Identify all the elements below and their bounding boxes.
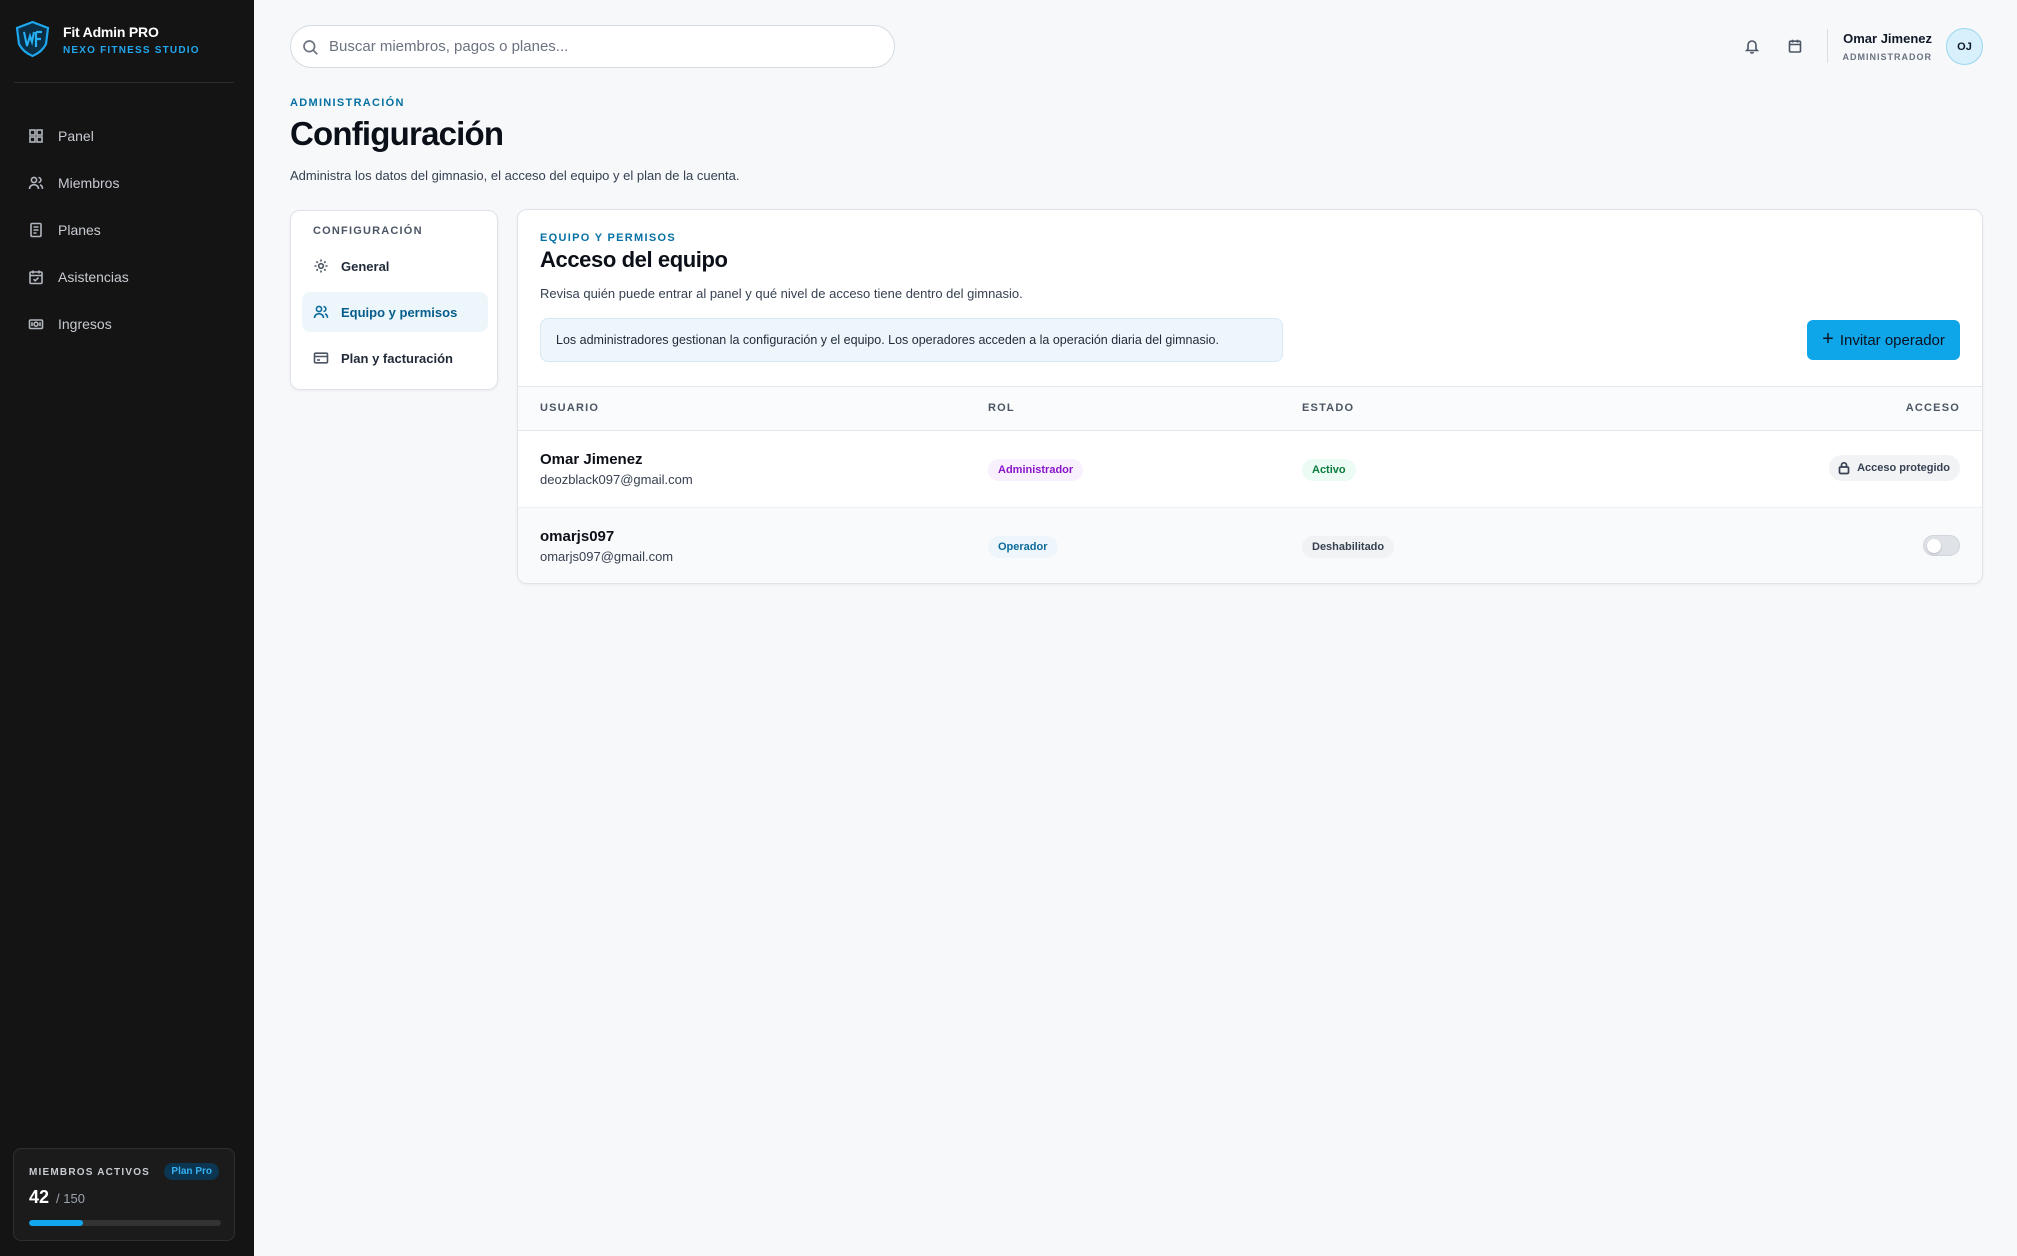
money-icon (28, 318, 44, 329)
lock-icon (1838, 461, 1850, 475)
settings-nav-title: CONFIGURACIÓN (313, 225, 423, 237)
search-bar[interactable] (290, 25, 895, 68)
active-members-value: 42 (29, 1187, 50, 1207)
notifications-button[interactable] (1742, 36, 1762, 56)
table-row: omarjs097 omarjs097@gmail.com Operador D… (518, 507, 1982, 583)
role-badge: Administrador (988, 459, 1084, 481)
role-badge: Operador (988, 536, 1058, 558)
sidebar-nav: Panel Miembros Planes Asistencias Ingres… (14, 112, 234, 347)
search-input[interactable] (329, 38, 894, 55)
page-eyebrow: ADMINISTRACIÓN (290, 97, 405, 109)
sidebar-item-label: Planes (58, 221, 101, 238)
calendar-button[interactable] (1785, 36, 1805, 56)
page-title: Configuración (290, 115, 504, 152)
sidebar-item-label: Ingresos (58, 315, 112, 332)
settings-nav-equipo-permisos[interactable]: Equipo y permisos (302, 292, 488, 332)
gear-icon (314, 259, 328, 273)
info-box: Los administradores gestionan la configu… (540, 318, 1283, 362)
calendar-icon (1788, 39, 1802, 53)
sidebar-item-label: Asistencias (58, 268, 129, 285)
grid-icon (29, 128, 43, 143)
sidebar-item-miembros[interactable]: Miembros (14, 159, 234, 206)
user-row-name: Omar Jimenez (540, 451, 643, 468)
column-header-estado: ESTADO (1302, 402, 1355, 414)
invite-operator-button[interactable]: + Invitar operador (1807, 320, 1960, 360)
status-badge: Deshabilitado (1302, 536, 1395, 558)
sidebar-item-label: Panel (58, 127, 94, 144)
toggle-knob (1927, 539, 1941, 553)
sidebar: Fit Admin PRO NEXO FITNESS STUDIO Panel … (0, 0, 254, 1256)
active-members-total: / 150 (56, 1191, 85, 1206)
settings-nav-label: Equipo y permisos (341, 304, 458, 320)
settings-nav-label: Plan y facturación (341, 350, 453, 366)
search-icon (303, 40, 318, 55)
plan-badge: Plan Pro (164, 1163, 219, 1180)
user-row-name: omarjs097 (540, 528, 615, 545)
section-eyebrow: EQUIPO Y PERMISOS (540, 232, 677, 244)
sidebar-divider (14, 82, 234, 83)
section-title: Acceso del equipo (540, 247, 728, 272)
topbar-divider (1827, 29, 1828, 63)
status-badge: Activo (1302, 459, 1356, 481)
active-members-label: MIEMBROS ACTIVOS (29, 1167, 151, 1178)
settings-nav-general[interactable]: General (302, 246, 488, 286)
table-header: USUARIO ROL ESTADO ACCESO (518, 386, 1982, 431)
bell-icon (1744, 40, 1760, 54)
sidebar-item-asistencias[interactable]: Asistencias (14, 253, 234, 300)
users-icon (28, 176, 44, 189)
brand[interactable]: Fit Admin PRO NEXO FITNESS STUDIO (14, 20, 200, 58)
settings-nav-label: General (341, 258, 390, 274)
sidebar-item-panel[interactable]: Panel (14, 112, 234, 159)
page-description: Administra los datos del gimnasio, el ac… (290, 168, 740, 183)
avatar[interactable]: OJ (1946, 28, 1983, 65)
team-access-card: EQUIPO Y PERMISOS Acceso del equipo Revi… (517, 209, 1983, 584)
calendar-check-icon (29, 270, 43, 284)
members-progress-bar (29, 1220, 221, 1226)
column-header-rol: ROL (988, 402, 1015, 414)
active-members-count: 42 / 150 (29, 1187, 85, 1208)
column-header-acceso: ACCESO (1905, 402, 1960, 414)
access-protected-badge: Acceso protegido (1829, 455, 1960, 481)
users-icon (313, 305, 329, 319)
access-protected-label: Acceso protegido (1857, 462, 1950, 474)
credit-card-icon (313, 352, 329, 364)
members-progress-fill (29, 1220, 83, 1226)
column-header-usuario: USUARIO (540, 402, 600, 414)
user-row-email: omarjs097@gmail.com (540, 549, 674, 564)
invite-operator-label: Invitar operador (1839, 331, 1945, 349)
section-description: Revisa quién puede entrar al panel y qué… (540, 286, 1023, 301)
user-row-email: deozblack097@gmail.com (540, 472, 693, 487)
shield-logo-icon (15, 20, 50, 58)
active-members-card: MIEMBROS ACTIVOS Plan Pro 42 / 150 (13, 1148, 235, 1241)
settings-nav: CONFIGURACIÓN General Equipo y permisos … (290, 210, 498, 390)
brand-title: Fit Admin PRO (63, 23, 159, 40)
user-role: ADMINISTRADOR (1842, 52, 1932, 62)
access-toggle[interactable] (1923, 535, 1960, 556)
sidebar-item-ingresos[interactable]: Ingresos (14, 300, 234, 347)
settings-nav-plan-facturacion[interactable]: Plan y facturación (302, 338, 488, 378)
sidebar-item-planes[interactable]: Planes (14, 206, 234, 253)
brand-subtitle: NEXO FITNESS STUDIO (63, 44, 200, 56)
document-icon (30, 222, 42, 237)
sidebar-item-label: Miembros (58, 174, 120, 191)
table-row: Omar Jimenez deozblack097@gmail.com Admi… (518, 431, 1982, 507)
plus-icon: + (1822, 328, 1834, 350)
user-name: Omar Jimenez (1843, 31, 1932, 46)
